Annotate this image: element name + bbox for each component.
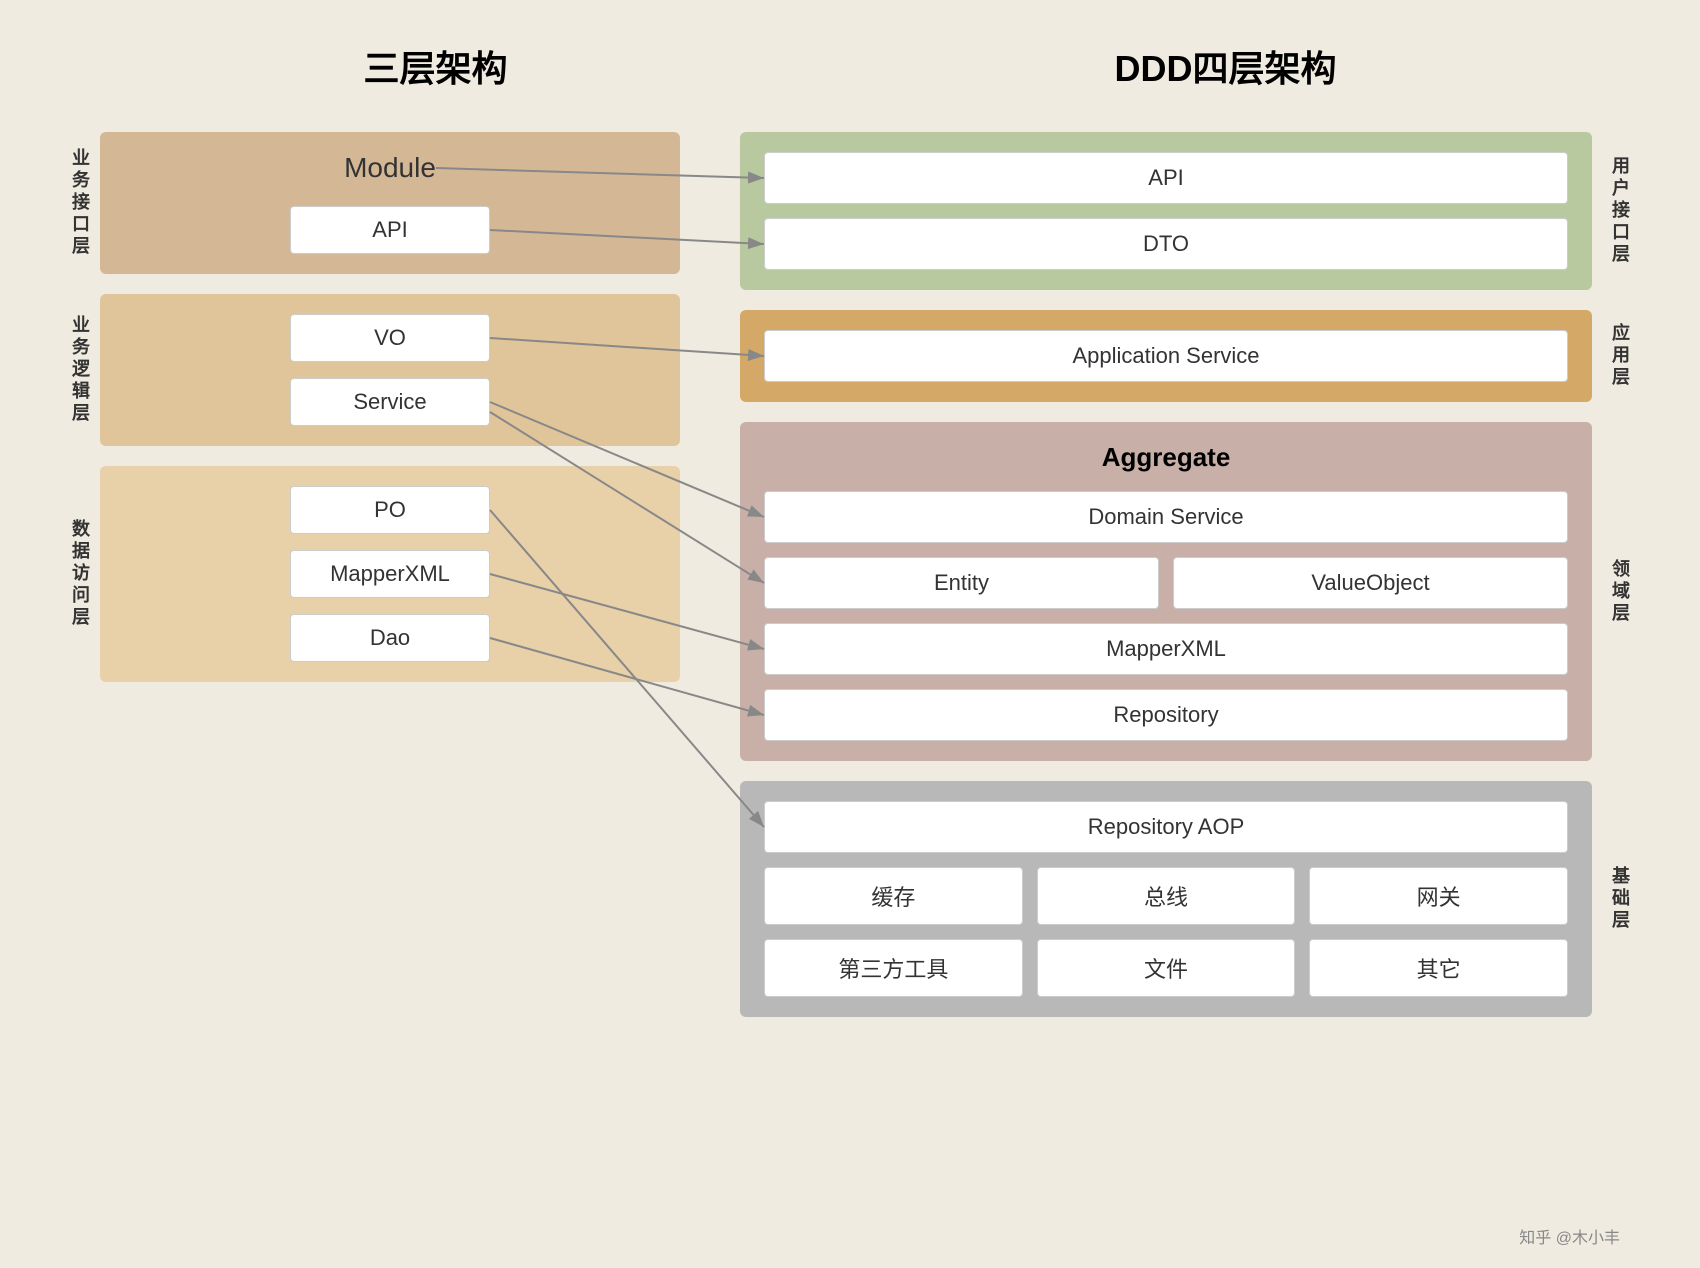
thirdparty-box: 第三方工具 [764,939,1023,997]
other-box: 其它 [1309,939,1568,997]
logic-layer-inner: VO Service [100,294,680,446]
ui-layer-inner: API DTO [740,132,1592,290]
gateway-box: 网关 [1309,867,1568,925]
data-layer: 数据访问层 PO MapperXML Dao [60,466,680,682]
module-title: Module [344,152,436,184]
ui-layer-label: 用户接口层 [1600,132,1640,290]
cache-box: 缓存 [764,867,1023,925]
api-box-right: API [764,152,1568,204]
infra-layer-inner: Repository AOP 缓存 总线 网关 第三方工具 文件 其它 [740,781,1592,1017]
mapperxml-box-left: MapperXML [290,550,490,598]
repo-aop-box: Repository AOP [764,801,1568,853]
domain-layer: Aggregate Domain Service Entity ValueObj… [740,422,1640,761]
app-layer: Application Service 应用层 [740,310,1640,402]
entity-box: Entity [764,557,1159,609]
left-architecture: 业务接口层 Module API 业务逻辑层 VO Service 数据访问层 … [60,132,680,1017]
interface-layer: 业务接口层 Module API [60,132,680,274]
domain-layer-inner: Aggregate Domain Service Entity ValueObj… [740,422,1592,761]
file-box: 文件 [1037,939,1296,997]
infra-layer: Repository AOP 缓存 总线 网关 第三方工具 文件 其它 基础层 [740,781,1640,1017]
logic-layer: 业务逻辑层 VO Service [60,294,680,446]
aggregate-title: Aggregate [764,442,1568,473]
data-layer-label: 数据访问层 [60,466,100,682]
app-service-box: Application Service [764,330,1568,382]
dao-box: Dao [290,614,490,662]
service-box: Service [290,378,490,426]
mapperxml-box-right: MapperXML [764,623,1568,675]
right-title: DDD四层架构 [1114,40,1336,92]
ui-layer: API DTO 用户接口层 [740,132,1640,290]
watermark: 知乎 @木小丰 [1519,1224,1620,1248]
left-title: 三层架构 [363,40,507,92]
api-box-left: API [290,206,490,254]
interface-layer-label: 业务接口层 [60,132,100,274]
valueobject-box: ValueObject [1173,557,1568,609]
entity-value-row: Entity ValueObject [764,557,1568,609]
data-layer-inner: PO MapperXML Dao [100,466,680,682]
interface-layer-inner: Module API [100,132,680,274]
dto-box: DTO [764,218,1568,270]
infra-row2: 第三方工具 文件 其它 [764,939,1568,997]
right-architecture: API DTO 用户接口层 Application Service 应用层 Ag… [740,132,1640,1017]
domain-layer-label: 领域层 [1600,422,1640,761]
repository-box: Repository [764,689,1568,741]
po-box: PO [290,486,490,534]
infra-layer-label: 基础层 [1600,781,1640,1017]
infra-row1: 缓存 总线 网关 [764,867,1568,925]
logic-layer-label: 业务逻辑层 [60,294,100,446]
vo-box: VO [290,314,490,362]
app-layer-inner: Application Service [740,310,1592,402]
bus-box: 总线 [1037,867,1296,925]
domain-service-box: Domain Service [764,491,1568,543]
app-layer-label: 应用层 [1600,310,1640,402]
